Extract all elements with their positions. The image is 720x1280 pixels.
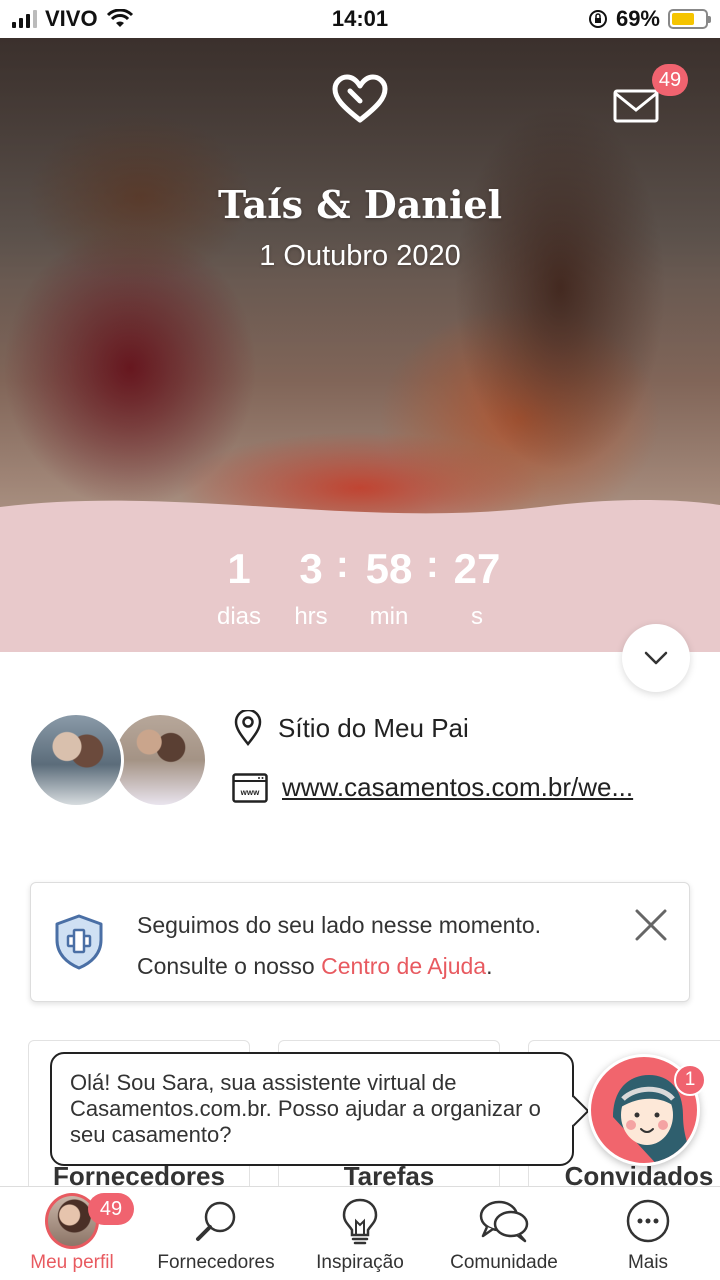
couple-avatars[interactable] xyxy=(28,712,208,808)
countdown-seconds: 27 s xyxy=(442,544,512,632)
tab-icon xyxy=(333,1194,387,1248)
tab-label: Meu perfil xyxy=(30,1252,114,1273)
profile-badge: 49 xyxy=(88,1193,134,1225)
tab-label: Inspiração xyxy=(316,1252,404,1273)
avatar xyxy=(28,712,124,808)
chat-bubbles-icon xyxy=(479,1200,529,1243)
countdown-seconds-label: s xyxy=(471,603,483,630)
tab-label: Comunidade xyxy=(450,1252,558,1273)
tab-label: Fornecedores xyxy=(157,1252,275,1273)
wedding-date: 1 Outubro 2020 xyxy=(259,240,461,272)
help-line-1: Seguimos do seu lado nesse momento. xyxy=(137,912,542,938)
status-left: VIVO xyxy=(12,6,134,32)
countdown-separator: : xyxy=(336,544,349,586)
tab-icon xyxy=(621,1194,675,1248)
tab-inspiracao[interactable]: Inspiração xyxy=(288,1187,432,1280)
close-icon[interactable] xyxy=(633,907,669,943)
help-center-link[interactable]: Centro de Ajuda xyxy=(321,953,486,979)
help-card: Seguimos do seu lado nesse momento. Cons… xyxy=(30,882,690,1002)
rotation-lock-icon xyxy=(588,10,607,28)
countdown-days-value: 1 xyxy=(227,545,251,592)
mail-icon[interactable] xyxy=(612,88,660,124)
venue-row[interactable]: Sítio do Meu Pai xyxy=(232,710,469,746)
heart-icon xyxy=(332,74,388,123)
help-line-2-prefix: Consulte o nosso xyxy=(137,953,322,979)
hero-cover-photo[interactable]: 49 Taís & Daniel 1 Outubro 2020 xyxy=(0,38,720,528)
lightbulb-icon xyxy=(342,1198,378,1245)
signal-icon xyxy=(12,10,37,28)
status-bar: VIVO 14:01 69% xyxy=(0,0,720,38)
assistant-badge: 1 xyxy=(674,1064,706,1096)
couple-names: Taís & Daniel xyxy=(217,182,503,227)
tab-mais[interactable]: Mais xyxy=(576,1187,720,1280)
tab-label: Mais xyxy=(627,1252,669,1273)
battery-icon xyxy=(668,9,711,29)
website-icon: www xyxy=(232,772,268,803)
assistant-message: Olá! Sou Sara, sua assistente virtual de… xyxy=(70,1070,541,1147)
carrier-label: VIVO xyxy=(45,6,98,31)
countdown-seconds-value: 27 xyxy=(453,545,501,592)
website-row[interactable]: www www.casamentos.com.br/we... xyxy=(232,772,686,803)
svg-text:www: www xyxy=(240,788,260,797)
countdown-minutes: 58 min xyxy=(354,544,424,632)
chevron-down-icon xyxy=(644,651,668,665)
countdown: 1 dias 3 hrs : 58 min : 27 s xyxy=(0,524,720,652)
countdown-days: 1 dias xyxy=(204,544,274,632)
website-link[interactable]: www.casamentos.com.br/we... xyxy=(282,772,686,803)
tab-icon xyxy=(189,1194,243,1248)
clock: 14:01 xyxy=(331,6,389,31)
battery-level xyxy=(672,13,695,25)
tab-fornecedores[interactable]: Fornecedores xyxy=(144,1187,288,1280)
countdown-hours-label: hrs xyxy=(294,603,328,630)
countdown-minutes-label: min xyxy=(369,603,409,630)
status-right: 69% xyxy=(588,6,711,32)
wifi-icon xyxy=(106,9,133,27)
tab-comunidade[interactable]: Comunidade xyxy=(432,1187,576,1280)
venue-name: Sítio do Meu Pai xyxy=(278,712,469,743)
assistant-message-bubble[interactable]: Olá! Sou Sara, sua assistente virtual de… xyxy=(50,1052,590,1166)
expand-button[interactable] xyxy=(622,624,690,692)
countdown-days-label: dias xyxy=(216,603,262,630)
more-icon xyxy=(626,1199,670,1243)
messages-badge: 49 xyxy=(652,64,688,96)
help-text: Seguimos do seu lado nesse momento. Cons… xyxy=(137,905,541,987)
help-line-2: Consulte o nosso Centro de Ajuda. xyxy=(137,946,541,987)
search-icon xyxy=(196,1201,236,1241)
hero-wave xyxy=(0,500,720,528)
tab-meu-perfil[interactable]: Meu perfil 49 xyxy=(0,1187,144,1280)
tab-bar: Meu perfil 49 Fornecedores Inspiração Co… xyxy=(0,1186,720,1280)
avatar xyxy=(112,712,208,808)
battery-percent: 69% xyxy=(615,6,660,31)
location-pin-icon xyxy=(234,710,262,746)
shield-plus-icon xyxy=(55,914,103,970)
countdown-separator: : xyxy=(426,544,439,586)
help-line-2-suffix: . xyxy=(486,953,493,979)
tab-icon xyxy=(477,1194,531,1248)
countdown-minutes-value: 58 xyxy=(365,545,413,592)
